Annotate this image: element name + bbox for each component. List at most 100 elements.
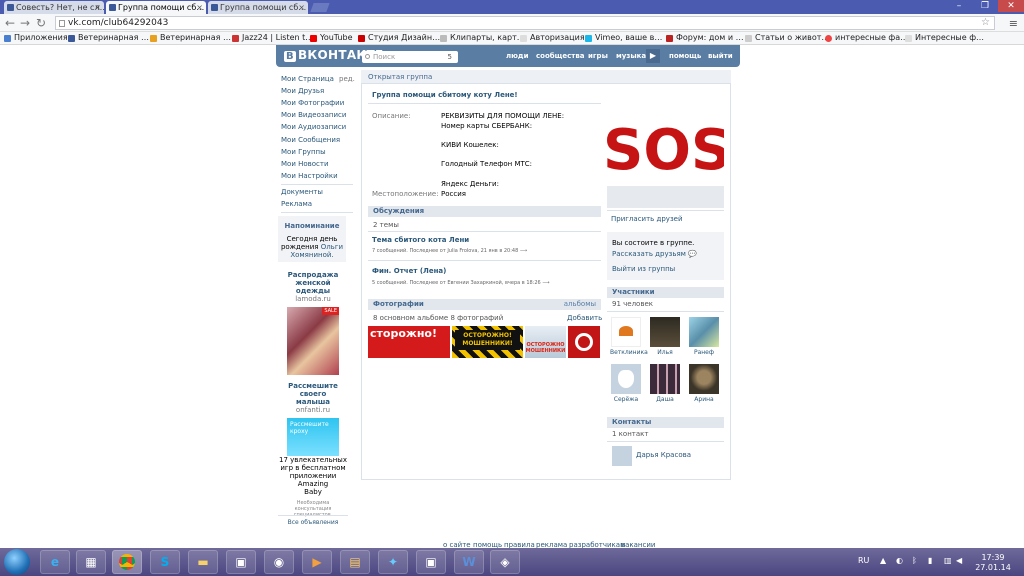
maximize-button[interactable]: ❐ bbox=[972, 0, 998, 12]
bookmark-item[interactable]: Авторизация bbox=[520, 32, 585, 44]
app-icon[interactable]: ◈ bbox=[490, 550, 520, 574]
menu-settings[interactable]: Мои Настройки bbox=[281, 172, 338, 180]
new-tab-button[interactable] bbox=[310, 3, 330, 12]
contacts-header[interactable]: Контакты bbox=[607, 417, 724, 428]
folder-icon[interactable]: ▬ bbox=[188, 550, 218, 574]
nav-communities[interactable]: сообщества bbox=[536, 52, 585, 60]
nav-logout[interactable]: выйти bbox=[708, 52, 733, 60]
member-card[interactable]: Илья bbox=[649, 317, 681, 356]
contact-name[interactable]: Дарья Краcова bbox=[636, 451, 691, 459]
bookmark-item[interactable]: Jazz24 | Listen t… bbox=[232, 32, 313, 44]
bookmark-item[interactable]: Статьи о живот… bbox=[745, 32, 829, 44]
ie-icon[interactable]: e bbox=[40, 550, 70, 574]
member-card[interactable]: Ветклиника bbox=[610, 317, 648, 356]
photo-thumb[interactable]: сторожно! bbox=[368, 326, 450, 358]
member-card[interactable]: Даша bbox=[649, 364, 681, 403]
albums-link[interactable]: альбомы bbox=[564, 299, 596, 310]
menu-friends[interactable]: Мои Друзья bbox=[281, 87, 324, 95]
browser-tab-3[interactable]: Группа помощи сб… × bbox=[208, 1, 308, 14]
menu-videos[interactable]: Мои Видеозаписи bbox=[281, 111, 346, 119]
network-icon[interactable]: ▥ bbox=[944, 556, 952, 565]
bookmark-vimeo[interactable]: Vimeo, ваше в… bbox=[585, 32, 662, 44]
bluetooth-icon[interactable]: ᛒ bbox=[912, 556, 917, 565]
discussions-header[interactable]: Обсуждения bbox=[368, 206, 601, 217]
forward-icon[interactable]: → bbox=[20, 16, 30, 30]
photo-thumb[interactable]: ОСТОРОЖНО МОШЕННИКИ bbox=[525, 326, 566, 358]
bookmark-apps[interactable]: Приложения bbox=[4, 32, 68, 44]
address-bar[interactable]: vk.com/club64292043 ☆ bbox=[55, 16, 995, 30]
topic-title[interactable]: Тема сбитого кота Лени bbox=[372, 236, 469, 244]
start-button[interactable] bbox=[4, 549, 30, 575]
menu-icon[interactable]: ≡ bbox=[1009, 17, 1018, 30]
photo-thumb[interactable]: ОСТОРОЖНО! МОШЕННИКИ! bbox=[452, 326, 523, 358]
nav-people[interactable]: люди bbox=[506, 52, 529, 60]
volume-icon[interactable]: ◀ bbox=[956, 556, 962, 565]
close-icon[interactable]: × bbox=[298, 1, 305, 14]
ad-onfanti[interactable]: Рассмешите своего малыша onfanti.ru Расс… bbox=[278, 382, 348, 456]
search-input[interactable]: Поиск 5 bbox=[362, 51, 458, 63]
members-header[interactable]: Участники bbox=[607, 287, 724, 298]
photo-thumb[interactable] bbox=[568, 326, 600, 358]
menu-ads[interactable]: Реклама bbox=[281, 200, 312, 208]
leave-group-link[interactable]: Выйти из группы bbox=[612, 265, 675, 273]
browser-tab-1[interactable]: Совесть? Нет, не сл… × bbox=[4, 1, 104, 14]
ad-lamoda[interactable]: Распродажа женской одежды lamoda.ru SALE bbox=[278, 271, 348, 375]
skype-icon[interactable]: S bbox=[150, 550, 180, 574]
menu-audio[interactable]: Мои Аудиозаписи bbox=[281, 123, 346, 131]
explorer-icon[interactable]: ▦ bbox=[76, 550, 106, 574]
reload-icon[interactable]: ↻ bbox=[36, 16, 46, 30]
app-icon[interactable]: ▣ bbox=[226, 550, 256, 574]
bookmark-item[interactable]: Ветеринарная … bbox=[68, 32, 149, 44]
app-icon[interactable]: ✦ bbox=[378, 550, 408, 574]
battery-icon[interactable]: ▮ bbox=[928, 556, 932, 565]
window-close-button[interactable]: ✕ bbox=[998, 0, 1024, 12]
bookmark-item[interactable]: Интересные ф… bbox=[905, 32, 984, 44]
bookmark-item[interactable]: Клипарты, карт… bbox=[440, 32, 525, 44]
language-indicator[interactable]: RU bbox=[858, 556, 869, 565]
all-ads-link[interactable]: Все объявления bbox=[278, 519, 348, 526]
ad-amazing-baby[interactable]: 17 увлекательных игр в бесплатном прилож… bbox=[278, 456, 348, 518]
arrow-icon[interactable]: ⟶ bbox=[520, 248, 527, 254]
nav-games[interactable]: игры bbox=[588, 52, 608, 60]
topic-title[interactable]: Фин. Отчет (Лена) bbox=[372, 267, 446, 275]
menu-groups[interactable]: Мои Группы bbox=[281, 148, 326, 156]
menu-my-page[interactable]: Мои Страница bbox=[281, 75, 334, 83]
photos-header[interactable]: Фотографии альбомы bbox=[368, 299, 601, 310]
menu-documents[interactable]: Документы bbox=[281, 188, 323, 196]
nav-music[interactable]: музыка bbox=[616, 52, 646, 60]
close-icon[interactable]: × bbox=[196, 1, 203, 14]
browser-tab-2[interactable]: Группа помощи сб… × bbox=[106, 1, 206, 14]
tell-friends-link[interactable]: Рассказать друзьям 💬 bbox=[612, 250, 697, 258]
group-cover[interactable]: SOS bbox=[607, 91, 724, 208]
bookmark-youtube[interactable]: YouTube bbox=[310, 32, 353, 44]
member-card[interactable]: Ранеф bbox=[688, 317, 720, 356]
tray-arrow-icon[interactable]: ▲ bbox=[880, 556, 886, 565]
contact-avatar[interactable] bbox=[612, 446, 632, 466]
arrow-icon[interactable]: ⟶ bbox=[542, 280, 549, 286]
invite-friends-link[interactable]: Пригласить друзей bbox=[611, 215, 683, 223]
play-icon[interactable]: ▶ bbox=[646, 49, 660, 63]
tray-icon[interactable]: ◐ bbox=[896, 556, 903, 565]
word-icon[interactable]: W bbox=[454, 550, 484, 574]
menu-messages[interactable]: Мои Сообщения bbox=[281, 136, 340, 144]
menu-photos[interactable]: Мои Фотографии bbox=[281, 99, 344, 107]
media-player-icon[interactable]: ▶ bbox=[302, 550, 332, 574]
member-card[interactable]: Арина bbox=[688, 364, 720, 403]
bookmark-item[interactable]: Ветеринарная … bbox=[150, 32, 231, 44]
minimize-button[interactable]: – bbox=[946, 0, 972, 12]
bookmark-item[interactable]: интересные фа… bbox=[825, 32, 908, 44]
star-icon[interactable]: ☆ bbox=[981, 17, 990, 29]
bookmark-item[interactable]: Студия Дизайн… bbox=[358, 32, 440, 44]
add-photo-link[interactable]: Добавить bbox=[567, 314, 602, 322]
clock[interactable]: 17:39 27.01.14 bbox=[968, 553, 1018, 573]
bookmark-item[interactable]: Форум: дом и … bbox=[666, 32, 744, 44]
app-icon[interactable]: ▣ bbox=[416, 550, 446, 574]
app-icon[interactable]: ▤ bbox=[340, 550, 370, 574]
app-icon[interactable]: ◉ bbox=[264, 550, 294, 574]
nav-help[interactable]: помощь bbox=[669, 52, 701, 60]
member-card[interactable]: Серёжа bbox=[610, 364, 642, 403]
close-icon[interactable]: × bbox=[94, 1, 101, 14]
chrome-icon[interactable] bbox=[112, 550, 142, 574]
menu-news[interactable]: Мои Новости bbox=[281, 160, 329, 168]
menu-edit[interactable]: ред. bbox=[339, 75, 355, 83]
